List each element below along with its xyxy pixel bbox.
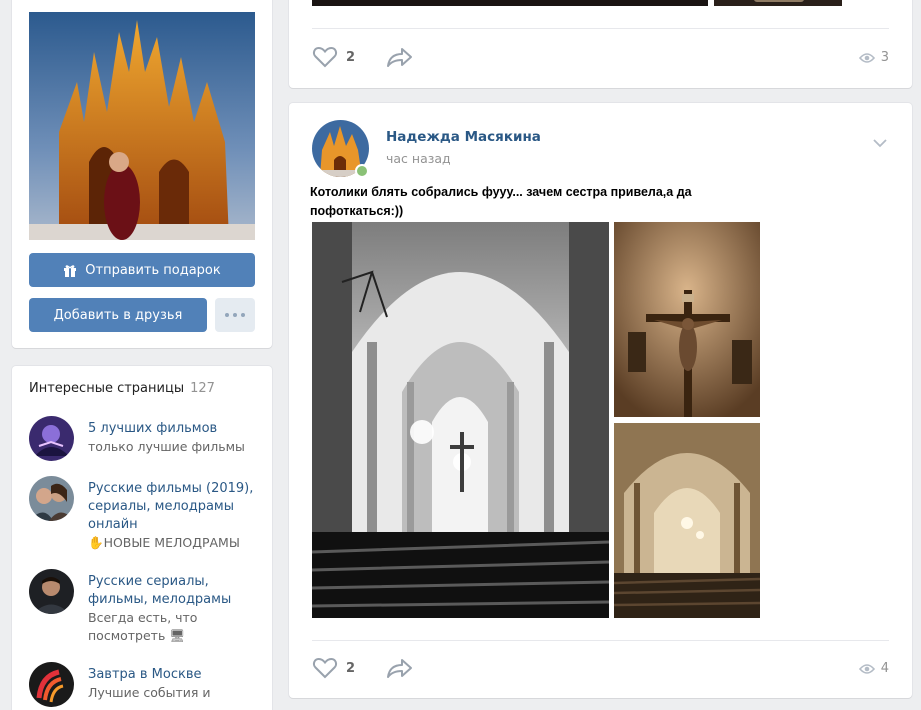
like-count: 2 [346, 49, 356, 65]
post-text: Котолики блять собрались фууу... зачем с… [310, 185, 692, 218]
post-previous: 2 3 [289, 0, 912, 88]
avatar[interactable] [29, 476, 74, 521]
interesting-pages-count: 127 [190, 381, 215, 396]
send-gift-button[interactable]: Отправить подарок [29, 253, 255, 287]
interesting-pages-card: Интересные страницы 127 5 лучших фильмов … [12, 366, 272, 710]
interesting-pages-header[interactable]: Интересные страницы 127 [29, 381, 215, 396]
eye-icon [858, 52, 875, 64]
like-button[interactable]: 2 [312, 657, 355, 679]
share-button[interactable] [386, 657, 414, 679]
post: Надежда Масякина час назад Котолики блят… [289, 103, 912, 698]
post-photo[interactable] [714, 0, 842, 6]
share-arrow-icon [386, 657, 414, 679]
list-item-title[interactable]: Завтра в Москве [88, 666, 263, 684]
list-item-title[interactable]: Русские сериалы, фильмы, мелодрамы [88, 573, 263, 609]
list-item-subtitle: Лучшие события и [88, 685, 211, 700]
gift-icon [63, 263, 77, 277]
post-photo-crucifix[interactable] [614, 222, 760, 417]
post-menu-button[interactable] [872, 133, 888, 152]
share-arrow-icon [386, 46, 414, 68]
post-author-name[interactable]: Надежда Масякина [386, 129, 541, 145]
post-photo-interior[interactable] [614, 423, 760, 618]
heart-icon [312, 657, 338, 679]
chevron-down-icon [872, 138, 888, 148]
divider [312, 640, 889, 641]
views-count: 3 [880, 50, 889, 65]
avatar[interactable] [29, 662, 74, 707]
post-timestamp[interactable]: час назад [386, 151, 451, 166]
views-count: 4 [880, 661, 889, 676]
list-item-title[interactable]: Русские фильмы (2019), сериалы, мелодрам… [88, 480, 263, 534]
list-item-subtitle: только лучшие фильмы [88, 439, 245, 454]
list-item-subtitle: ✋НОВЫЕ МЕЛОДРАМЫ [88, 535, 240, 550]
avatar[interactable] [29, 416, 74, 461]
like-button[interactable]: 2 [312, 46, 355, 68]
send-gift-label: Отправить подарок [85, 262, 221, 278]
divider [312, 28, 889, 29]
share-button[interactable] [386, 46, 414, 68]
ellipsis-icon [223, 313, 247, 317]
profile-photo[interactable] [29, 12, 255, 240]
more-actions-button[interactable] [215, 298, 255, 332]
post-photo[interactable] [312, 0, 708, 6]
avatar[interactable] [29, 569, 74, 614]
list-item-title[interactable]: 5 лучших фильмов [88, 420, 263, 438]
views-counter: 4 [858, 661, 889, 676]
heart-icon [312, 46, 338, 68]
online-status-indicator [355, 164, 369, 178]
add-friend-label: Добавить в друзья [53, 307, 183, 323]
profile-card: Отправить подарок Добавить в друзья [12, 0, 272, 348]
list-item-subtitle: Всегда есть, что посмотреть 🖥 [88, 610, 198, 643]
add-friend-button[interactable]: Добавить в друзья [29, 298, 207, 332]
interesting-pages-title: Интересные страницы [29, 381, 185, 396]
eye-icon [858, 663, 875, 675]
like-count: 2 [346, 660, 356, 676]
post-photo-nave[interactable] [312, 222, 609, 618]
views-counter: 3 [858, 50, 889, 65]
page: Отправить подарок Добавить в друзья Инте… [0, 0, 921, 710]
